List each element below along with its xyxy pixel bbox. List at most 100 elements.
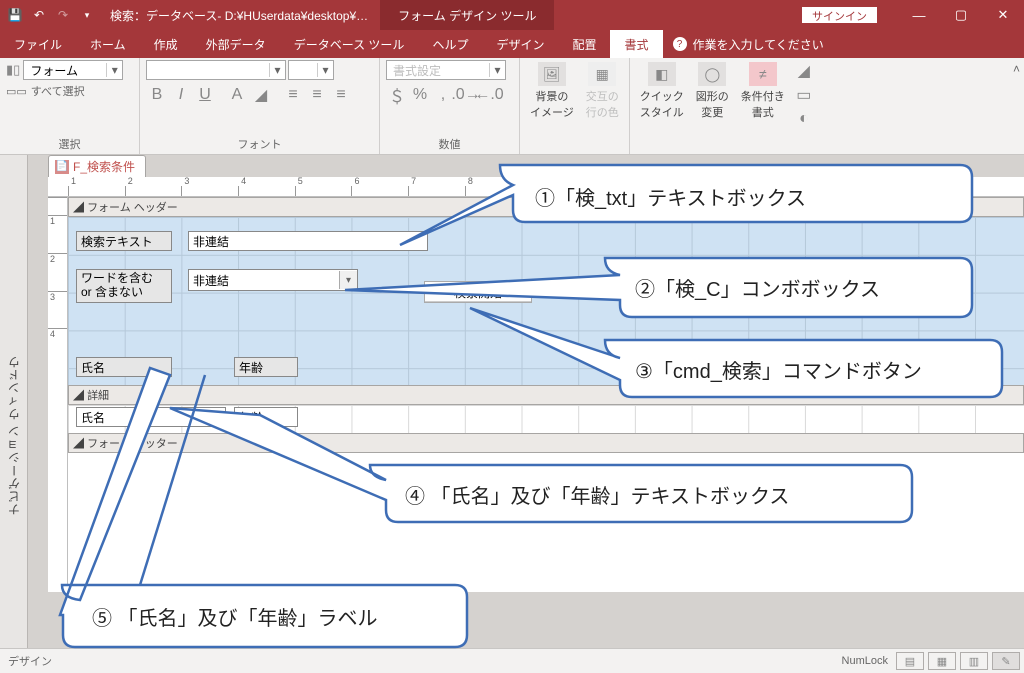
group-background-label [526, 152, 623, 154]
font-family-combo[interactable]: ▾ [146, 60, 286, 80]
shape-effects-button[interactable]: ◐ [793, 108, 815, 130]
work-area: ナビゲーション ウィンドウ 📄 F_検索条件 12 34 56 78 910 1… [0, 155, 1024, 648]
age-textbox[interactable]: 年齢 [234, 407, 298, 427]
contextual-tab-title: フォーム デザイン ツール [380, 0, 554, 30]
design-view-button[interactable]: ✎ [992, 652, 1020, 670]
cond-format-icon: ≠ [749, 62, 777, 86]
form-icon: 📄 [55, 160, 69, 174]
group-control-formatting-label [636, 152, 815, 154]
search-start-button[interactable]: 検索開始 [424, 281, 532, 303]
window-title: 検索：データベース- D:¥HUserdata¥desktop¥… [102, 0, 376, 30]
quick-style-button[interactable]: ◧ クイック スタイル [636, 60, 688, 122]
navigation-pane[interactable]: ナビゲーション ウィンドウ [0, 155, 28, 648]
bold-button[interactable]: B [146, 84, 168, 106]
group-number: 書式設定 ▾ ＄ % , .0→ ←.0 数値 [380, 58, 520, 154]
object-selector-value: フォーム [24, 62, 106, 79]
section-form-header-body[interactable]: 検索テキスト 非連結 ワードを含む or 含まない 非連結 ▾ 検索開始 氏名 … [68, 217, 1024, 385]
select-all-icon: ▭▭ [6, 85, 27, 98]
percent-button[interactable]: % [409, 84, 431, 106]
searchtext-textbox[interactable]: 非連結 [188, 231, 428, 251]
group-selection: ▮▯ フォーム ▾ ▭▭ すべて選択 選択 [0, 58, 140, 154]
chevron-down-icon: ▾ [106, 63, 122, 77]
font-size-combo[interactable]: ▾ [288, 60, 334, 80]
section-formheader-label: フォーム ヘッダー [87, 202, 178, 214]
italic-button[interactable]: I [170, 84, 192, 106]
group-selection-label: 選択 [6, 136, 133, 154]
tell-me[interactable]: ? 作業を入力してください [663, 30, 834, 58]
change-shape-button[interactable]: ◯ 図形の 変更 [692, 60, 733, 122]
quick-style-label: クイック スタイル [640, 88, 684, 120]
section-formfooter-label: フォーム フッター [87, 438, 178, 450]
document-tab-f-search[interactable]: 📄 F_検索条件 [48, 155, 146, 177]
tab-dbtools[interactable]: データベース ツール [280, 30, 419, 58]
tab-format[interactable]: 書式 [610, 30, 662, 58]
minimize-button[interactable]: — [898, 0, 940, 30]
name-textbox[interactable]: 氏名 [76, 407, 226, 427]
section-bar-form-header[interactable]: ◢ フォーム ヘッダー [68, 197, 1024, 217]
title-bar: 💾 ↶ ↷ ▾ 検索：データベース- D:¥HUserdata¥desktop¥… [0, 0, 1024, 30]
tab-design[interactable]: デザイン [482, 30, 558, 58]
fill-color-button[interactable]: ◢ [250, 84, 272, 106]
searchtext-label[interactable]: 検索テキスト [76, 231, 172, 251]
select-all-button[interactable]: ▭▭ すべて選択 [6, 83, 85, 99]
align-left-button[interactable]: ≡ [282, 84, 304, 106]
redo-icon: ↷ [52, 4, 74, 26]
collapse-ribbon-button[interactable]: ˄ [1013, 62, 1020, 76]
signin-button[interactable]: サインイン [801, 6, 878, 24]
tab-arrange[interactable]: 配置 [558, 30, 610, 58]
background-image-button[interactable]: 🖼 背景の イメージ [526, 60, 578, 122]
tab-help[interactable]: ヘルプ [418, 30, 482, 58]
cond-format-label: 条件付き 書式 [741, 88, 785, 120]
save-icon[interactable]: 💾 [4, 4, 26, 26]
font-color-button[interactable]: A [226, 84, 248, 106]
shape-fill-button[interactable]: ◢ [793, 60, 815, 82]
section-detail-body[interactable]: 氏名 年齢 [68, 405, 1024, 433]
maximize-button[interactable]: ▢ [940, 0, 982, 30]
conditional-format-button[interactable]: ≠ 条件付き 書式 [737, 60, 789, 122]
undo-icon[interactable]: ↶ [28, 4, 50, 26]
layout-view-button[interactable]: ▥ [960, 652, 988, 670]
word-contain-combobox[interactable]: 非連結 ▾ [188, 269, 358, 291]
close-button[interactable]: ✕ [982, 0, 1024, 30]
quick-access-toolbar: 💾 ↶ ↷ ▾ [0, 0, 102, 30]
section-bar-form-footer[interactable]: ◢ フォーム フッター [68, 433, 1024, 453]
align-right-button[interactable]: ≡ [330, 84, 352, 106]
tab-file[interactable]: ファイル [0, 30, 76, 58]
shape-outline-button[interactable]: ▭ [793, 84, 815, 106]
tab-external[interactable]: 外部データ [192, 30, 280, 58]
number-format-combo[interactable]: 書式設定 ▾ [386, 60, 506, 80]
document-tabs: 📄 F_検索条件 [28, 155, 1024, 177]
select-object-icon: ▮▯ [6, 62, 20, 78]
underline-button[interactable]: U [194, 84, 216, 106]
design-surface[interactable]: 1234 ◢ フォーム ヘッダー 検索テキスト 非連結 ワードを含む or 含ま… [48, 197, 1024, 592]
ribbon: ▮▯ フォーム ▾ ▭▭ すべて選択 選択 ▾ ▾ B I U [0, 58, 1024, 155]
chevron-down-icon: ▾ [339, 271, 357, 289]
tab-create[interactable]: 作成 [140, 30, 192, 58]
alt-row-color-button[interactable]: ▦ 交互の 行の色 [582, 60, 623, 122]
section-bar-detail[interactable]: ◢ 詳細 [68, 385, 1024, 405]
navigation-pane-label: ナビゲーション ウィンドウ [5, 355, 22, 515]
age-header-label[interactable]: 年齢 [234, 357, 298, 377]
status-bar: デザイン NumLock ▤ ▦ ▥ ✎ [0, 648, 1024, 673]
tab-home[interactable]: ホーム [76, 30, 140, 58]
currency-button[interactable]: ＄ [386, 84, 408, 106]
quick-style-icon: ◧ [648, 62, 676, 86]
horizontal-ruler: 12 34 56 78 910 1112 13 [48, 177, 1024, 197]
change-shape-label: 図形の 変更 [696, 88, 729, 120]
tell-me-text: 作業を入力してください [693, 36, 824, 53]
document-tab-label: F_検索条件 [73, 158, 135, 175]
word-contain-label[interactable]: ワードを含む or 含まない [76, 269, 172, 303]
word-contain-label-line2: or 含まない [81, 285, 167, 299]
form-design-area: 📄 F_検索条件 12 34 56 78 910 1112 13 1234 ◢ … [28, 155, 1024, 648]
number-format-value: 書式設定 [387, 62, 489, 79]
row-color-icon: ▦ [588, 62, 616, 86]
form-view-button[interactable]: ▤ [896, 652, 924, 670]
object-selector[interactable]: フォーム ▾ [23, 60, 123, 80]
align-center-button[interactable]: ≡ [306, 84, 328, 106]
group-background: 🖼 背景の イメージ ▦ 交互の 行の色 [520, 58, 630, 154]
qat-dropdown-icon[interactable]: ▾ [76, 4, 98, 26]
status-numlock: NumLock [834, 655, 896, 667]
decrease-decimal-button[interactable]: ←.0 [478, 84, 500, 106]
datasheet-view-button[interactable]: ▦ [928, 652, 956, 670]
name-header-label[interactable]: 氏名 [76, 357, 172, 377]
